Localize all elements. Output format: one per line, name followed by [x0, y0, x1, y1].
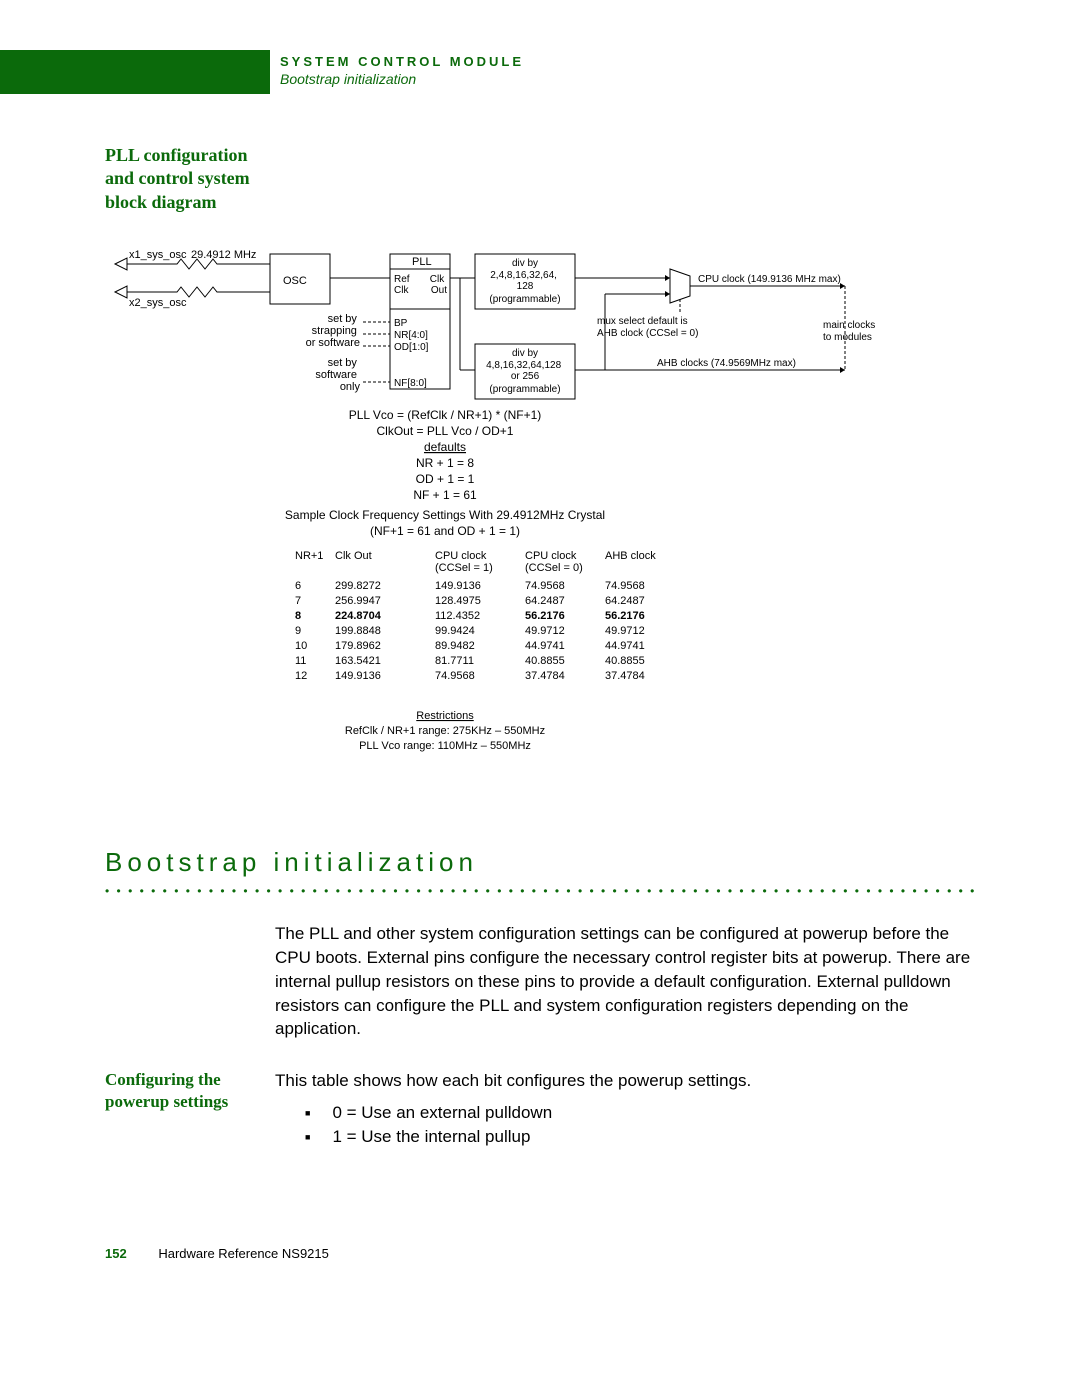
pll-nf: NF[8:0]: [394, 378, 427, 389]
svg-text:64.2487: 64.2487: [525, 595, 565, 607]
svg-text:149.9136: 149.9136: [335, 670, 381, 682]
section-title-bootstrap: Bootstrap initialization: [105, 847, 980, 878]
restrictions-label: Restrictions: [416, 710, 474, 722]
side-heading-pll: PLL configuration and control system blo…: [105, 144, 265, 214]
cpu-clock-label: CPU clock (149.9136 MHz max): [698, 274, 841, 285]
svg-text:112.4352: 112.4352: [435, 610, 480, 622]
nf-default: NF + 1 = 61: [413, 488, 477, 502]
svg-text:163.5421: 163.5421: [335, 655, 381, 667]
pll-od: OD[1:0]: [394, 342, 429, 353]
sample-title: Sample Clock Frequency Settings With 29.…: [285, 508, 605, 522]
svg-text:CPU clock: CPU clock: [525, 550, 577, 562]
svg-text:256.9947: 256.9947: [335, 595, 381, 607]
svg-text:56.2176: 56.2176: [605, 610, 645, 622]
label-x2-sys-osc: x2_sys_osc: [129, 297, 187, 309]
footer-ref: Hardware Reference NS9215: [158, 1246, 329, 1261]
bullet-0: 0 = Use an external pulldown: [305, 1101, 980, 1125]
div1-title: div by: [512, 258, 538, 269]
clock-table: NR+1Clk OutCPU clock(CCSel = 1)CPU clock…: [295, 550, 656, 682]
svg-text:8: 8: [295, 610, 301, 622]
bullet-1: 1 = Use the internal pullup: [305, 1125, 980, 1149]
svg-text:37.4784: 37.4784: [605, 670, 645, 682]
div1-prog: (programmable): [489, 294, 560, 305]
svg-text:40.8855: 40.8855: [605, 655, 645, 667]
svg-text:Clk Out: Clk Out: [335, 550, 372, 562]
svg-text:12: 12: [295, 670, 307, 682]
div2-prog: (programmable): [489, 384, 560, 395]
svg-text:74.9568: 74.9568: [435, 670, 475, 682]
pll-clkout: Clk Out: [430, 274, 447, 296]
svg-text:CPU clock: CPU clock: [435, 550, 487, 562]
mux-default-label: mux select default is AHB clock (CCSel =…: [597, 316, 698, 339]
restriction1: RefClk / NR+1 range: 275KHz – 550MHz: [345, 725, 545, 737]
svg-text:99.9424: 99.9424: [435, 625, 475, 637]
pll-nr: NR[4:0]: [394, 330, 428, 341]
pll-box-label: PLL: [412, 256, 432, 268]
svg-text:9: 9: [295, 625, 301, 637]
bootstrap-paragraph: The PLL and other system configuration s…: [275, 922, 980, 1041]
svg-text:40.8855: 40.8855: [525, 655, 565, 667]
svg-text:199.8848: 199.8848: [335, 625, 381, 637]
main-clocks-label: main clocks to modules: [823, 320, 878, 343]
header-title: SYSTEM CONTROL MODULE: [280, 54, 524, 69]
svg-text:(CCSel = 1): (CCSel = 1): [435, 562, 493, 574]
page-number: 152: [105, 1246, 127, 1261]
formula-clkout: ClkOut = PLL Vco / OD+1: [377, 424, 514, 438]
svg-text:(CCSel = 0): (CCSel = 0): [525, 562, 583, 574]
page-footer: 152 Hardware Reference NS9215: [105, 1246, 980, 1261]
label-x1-sys-osc: x1_sys_osc: [129, 249, 187, 261]
header-green-block: [0, 50, 270, 94]
svg-text:179.8962: 179.8962: [335, 640, 381, 652]
formula-vco: PLL Vco = (RefClk / NR+1) * (NF+1): [349, 408, 542, 422]
sample-sub: (NF+1 = 61 and OD + 1 = 1): [370, 524, 520, 538]
label-freq: 29.4912 MHz: [191, 249, 256, 261]
svg-text:149.9136: 149.9136: [435, 580, 481, 592]
ahb-clocks-label: AHB clocks (74.9569MHz max): [657, 358, 796, 369]
svg-text:NR+1: NR+1: [295, 550, 323, 562]
div1-vals: 2,4,8,16,32,64, 128: [490, 270, 560, 292]
label-set-by-strapping: set by strapping or software: [306, 313, 360, 349]
od-default: OD + 1 = 1: [416, 472, 475, 486]
svg-text:49.9712: 49.9712: [605, 625, 645, 637]
restriction2: PLL Vco range: 110MHz – 550MHz: [359, 740, 531, 752]
pll-bp: BP: [394, 318, 408, 329]
svg-text:11: 11: [295, 655, 306, 667]
svg-text:37.4784: 37.4784: [525, 670, 565, 682]
osc-box-label: OSC: [283, 275, 307, 287]
svg-text:56.2176: 56.2176: [525, 610, 565, 622]
nr-default: NR + 1 = 8: [416, 456, 474, 470]
svg-text:74.9568: 74.9568: [525, 580, 565, 592]
svg-text:74.9568: 74.9568: [605, 580, 645, 592]
svg-text:81.7711: 81.7711: [435, 655, 474, 667]
svg-text:224.8704: 224.8704: [335, 610, 382, 622]
svg-text:128.4975: 128.4975: [435, 595, 481, 607]
svg-text:89.9482: 89.9482: [435, 640, 475, 652]
svg-text:299.8272: 299.8272: [335, 580, 381, 592]
div2-vals: 4,8,16,32,64,128 or 256: [486, 360, 564, 382]
header-subtitle: Bootstrap initialization: [280, 71, 524, 87]
svg-text:64.2487: 64.2487: [605, 595, 645, 607]
svg-text:AHB clock: AHB clock: [605, 550, 656, 562]
svg-text:44.9741: 44.9741: [525, 640, 565, 652]
label-set-by-software: set by software only: [315, 357, 360, 393]
defaults-label: defaults: [424, 440, 466, 454]
config-intro: This table shows how each bit configures…: [275, 1069, 980, 1093]
svg-text:6: 6: [295, 580, 301, 592]
svg-text:44.9741: 44.9741: [605, 640, 645, 652]
pll-block-diagram: x1_sys_osc x2_sys_osc 29.4912 MHz OSC se…: [105, 244, 980, 787]
svg-text:49.9712: 49.9712: [525, 625, 565, 637]
side-heading-config: Configuring the powerup settings: [105, 1069, 265, 1113]
pll-refclk: Ref Clk: [394, 274, 412, 296]
dotted-separator: • • • • • • • • • • • • • • • • • • • • …: [105, 884, 980, 898]
div2-title: div by: [512, 348, 538, 359]
svg-text:7: 7: [295, 595, 301, 607]
page-header: SYSTEM CONTROL MODULE Bootstrap initiali…: [0, 50, 980, 94]
svg-text:10: 10: [295, 640, 307, 652]
